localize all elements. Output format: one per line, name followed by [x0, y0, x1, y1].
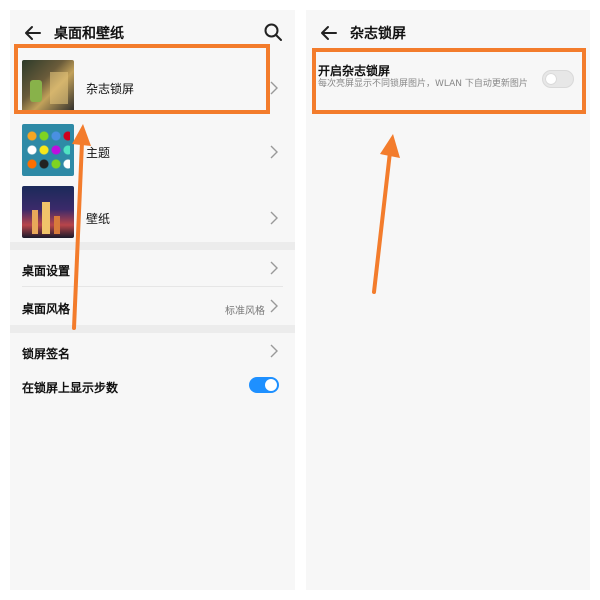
option-title: 开启杂志锁屏: [318, 64, 391, 78]
setting-show-steps: 在锁屏上显示步数: [10, 369, 295, 405]
chevron-right-icon: [270, 299, 278, 313]
annotation-arrow-icon: [72, 124, 91, 330]
setting-desktop-settings[interactable]: 桌面设置: [10, 250, 295, 286]
section-divider: [10, 325, 295, 333]
setting-label: 桌面设置: [22, 264, 71, 278]
chevron-right-icon: [270, 261, 278, 275]
list-item-theme[interactable]: 主题: [10, 120, 295, 184]
option-magazine-lock: 开启杂志锁屏 每次亮屏显示不同锁屏图片，WLAN 下自动更新图片: [306, 56, 590, 112]
back-arrow-icon[interactable]: [318, 22, 340, 44]
left-header: 桌面和壁纸: [10, 10, 295, 56]
page-title: 桌面和壁纸: [54, 26, 124, 42]
left-screen: 桌面和壁纸 杂志锁屏 主题 壁纸 桌面设置 桌面风格 标准风格 锁屏签名 在锁屏…: [10, 10, 295, 590]
magazine-lock-toggle[interactable]: [542, 70, 574, 88]
wallpaper-thumbnail: [22, 186, 74, 238]
setting-value: 标准风格: [225, 306, 265, 317]
annotation-arrow-icon: [372, 134, 400, 294]
chevron-right-icon: [270, 211, 278, 225]
chevron-right-icon: [270, 81, 278, 95]
chevron-right-icon: [270, 145, 278, 159]
list-item-wallpaper[interactable]: 壁纸: [10, 184, 295, 248]
item-label: 杂志锁屏: [86, 82, 135, 96]
right-screen: 杂志锁屏 开启杂志锁屏 每次亮屏显示不同锁屏图片，WLAN 下自动更新图片: [306, 10, 590, 590]
chevron-right-icon: [270, 344, 278, 358]
setting-lock-signature[interactable]: 锁屏签名: [10, 333, 295, 369]
setting-label: 锁屏签名: [22, 347, 71, 361]
setting-desktop-style[interactable]: 桌面风格 标准风格: [10, 287, 295, 325]
section-divider: [10, 242, 295, 250]
show-steps-toggle[interactable]: [249, 377, 279, 393]
page-title: 杂志锁屏: [350, 26, 406, 42]
option-description: 每次亮屏显示不同锁屏图片，WLAN 下自动更新图片: [318, 79, 528, 89]
setting-label: 桌面风格: [22, 302, 71, 316]
magazine-thumbnail: [22, 60, 74, 112]
back-arrow-icon[interactable]: [22, 22, 44, 44]
search-icon[interactable]: [263, 22, 283, 42]
theme-thumbnail: [22, 124, 74, 176]
setting-label: 在锁屏上显示步数: [22, 381, 119, 395]
list-item-magazine-lock[interactable]: 杂志锁屏: [10, 56, 295, 120]
right-header: 杂志锁屏: [306, 10, 590, 56]
